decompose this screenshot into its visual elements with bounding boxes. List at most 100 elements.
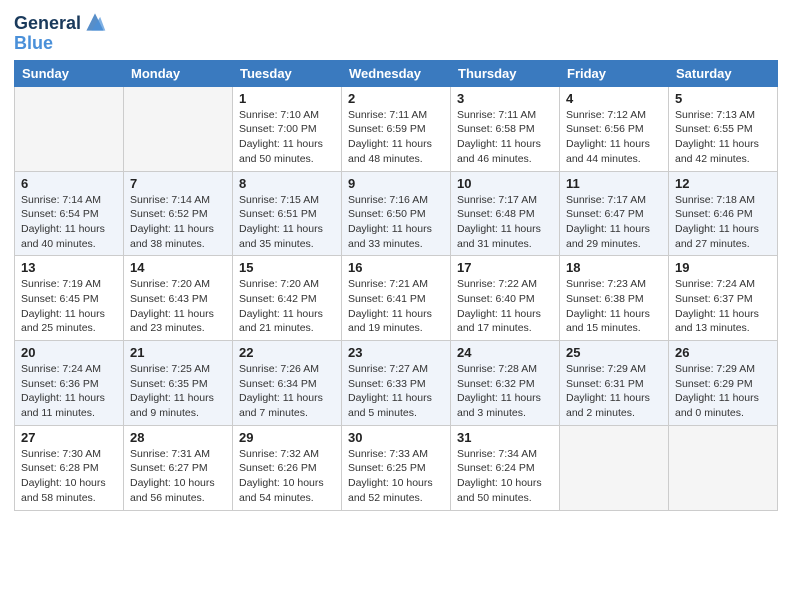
day-number: 25: [566, 345, 662, 360]
calendar-cell: 6Sunrise: 7:14 AMSunset: 6:54 PMDaylight…: [15, 171, 124, 256]
calendar-cell: [124, 86, 233, 171]
logo-icon: [83, 10, 107, 34]
calendar-cell: 20Sunrise: 7:24 AMSunset: 6:36 PMDayligh…: [15, 341, 124, 426]
day-detail: Sunrise: 7:22 AMSunset: 6:40 PMDaylight:…: [457, 277, 553, 336]
day-detail: Sunrise: 7:15 AMSunset: 6:51 PMDaylight:…: [239, 193, 335, 252]
day-detail: Sunrise: 7:16 AMSunset: 6:50 PMDaylight:…: [348, 193, 444, 252]
day-number: 26: [675, 345, 771, 360]
col-header-monday: Monday: [124, 60, 233, 86]
calendar-cell: 17 Sunrise: 7:22 AMSunset: 6:40 PMDayligh…: [451, 256, 560, 341]
calendar-cell: 21 Sunrise: 7:25 AMSunset: 6:35 PMDayligh…: [124, 341, 233, 426]
day-number: 14: [130, 260, 226, 275]
calendar-cell: 8 Sunrise: 7:15 AMSunset: 6:51 PMDaylight…: [233, 171, 342, 256]
day-number: 17: [457, 260, 553, 275]
col-header-saturday: Saturday: [669, 60, 778, 86]
day-number: 9: [348, 176, 444, 191]
day-number: 8: [239, 176, 335, 191]
day-detail: Sunrise: 7:28 AMSunset: 6:32 PMDaylight:…: [457, 362, 553, 421]
calendar-cell: 10 Sunrise: 7:17 AMSunset: 6:48 PMDayligh…: [451, 171, 560, 256]
day-detail: Sunrise: 7:20 AMSunset: 6:42 PMDaylight:…: [239, 277, 335, 336]
col-header-thursday: Thursday: [451, 60, 560, 86]
day-number: 2: [348, 91, 444, 106]
day-number: 11: [566, 176, 662, 191]
calendar-cell: 9 Sunrise: 7:16 AMSunset: 6:50 PMDaylight…: [342, 171, 451, 256]
day-detail: Sunrise: 7:29 AMSunset: 6:29 PMDaylight:…: [675, 362, 771, 421]
calendar-cell: 15 Sunrise: 7:20 AMSunset: 6:42 PMDayligh…: [233, 256, 342, 341]
calendar-cell: [560, 425, 669, 510]
day-detail: Sunrise: 7:17 AMSunset: 6:47 PMDaylight:…: [566, 193, 662, 252]
day-number: 3: [457, 91, 553, 106]
calendar-week-row: 20Sunrise: 7:24 AMSunset: 6:36 PMDayligh…: [15, 341, 778, 426]
day-detail: Sunrise: 7:24 AMSunset: 6:37 PMDaylight:…: [675, 277, 771, 336]
calendar-cell: [15, 86, 124, 171]
calendar-table: SundayMondayTuesdayWednesdayThursdayFrid…: [14, 60, 778, 511]
day-number: 19: [675, 260, 771, 275]
day-detail: Sunrise: 7:25 AMSunset: 6:35 PMDaylight:…: [130, 362, 226, 421]
calendar-cell: 19 Sunrise: 7:24 AMSunset: 6:37 PMDayligh…: [669, 256, 778, 341]
day-number: 16: [348, 260, 444, 275]
day-number: 28: [130, 430, 226, 445]
day-detail: Sunrise: 7:24 AMSunset: 6:36 PMDaylight:…: [21, 362, 117, 421]
day-detail: Sunrise: 7:11 AMSunset: 6:58 PMDaylight:…: [457, 108, 553, 167]
page: General Blue SundayMondayTuesdayWednesda…: [0, 0, 792, 525]
day-detail: Sunrise: 7:29 AMSunset: 6:31 PMDaylight:…: [566, 362, 662, 421]
day-number: 30: [348, 430, 444, 445]
calendar-header-row: SundayMondayTuesdayWednesdayThursdayFrid…: [15, 60, 778, 86]
day-detail: Sunrise: 7:34 AMSunset: 6:24 PMDaylight:…: [457, 447, 553, 506]
day-detail: Sunrise: 7:20 AMSunset: 6:43 PMDaylight:…: [130, 277, 226, 336]
calendar-week-row: 13 Sunrise: 7:19 AMSunset: 6:45 PMDayligh…: [15, 256, 778, 341]
day-detail: Sunrise: 7:31 AMSunset: 6:27 PMDaylight:…: [130, 447, 226, 506]
day-detail: Sunrise: 7:23 AMSunset: 6:38 PMDaylight:…: [566, 277, 662, 336]
calendar-cell: [669, 425, 778, 510]
day-number: 7: [130, 176, 226, 191]
day-number: 22: [239, 345, 335, 360]
day-number: 27: [21, 430, 117, 445]
calendar-cell: 12 Sunrise: 7:18 AMSunset: 6:46 PMDayligh…: [669, 171, 778, 256]
day-detail: Sunrise: 7:27 AMSunset: 6:33 PMDaylight:…: [348, 362, 444, 421]
day-number: 13: [21, 260, 117, 275]
logo: General Blue: [14, 14, 107, 54]
calendar-cell: 11 Sunrise: 7:17 AMSunset: 6:47 PMDayligh…: [560, 171, 669, 256]
calendar-week-row: 1 Sunrise: 7:10 AMSunset: 7:00 PMDaylight…: [15, 86, 778, 171]
calendar-cell: 26 Sunrise: 7:29 AMSunset: 6:29 PMDayligh…: [669, 341, 778, 426]
day-number: 15: [239, 260, 335, 275]
day-detail: Sunrise: 7:10 AMSunset: 7:00 PMDaylight:…: [239, 108, 335, 167]
day-number: 21: [130, 345, 226, 360]
day-detail: Sunrise: 7:14 AMSunset: 6:52 PMDaylight:…: [130, 193, 226, 252]
day-number: 6: [21, 176, 117, 191]
day-detail: Sunrise: 7:33 AMSunset: 6:25 PMDaylight:…: [348, 447, 444, 506]
calendar-cell: 24 Sunrise: 7:28 AMSunset: 6:32 PMDayligh…: [451, 341, 560, 426]
calendar-cell: 23 Sunrise: 7:27 AMSunset: 6:33 PMDayligh…: [342, 341, 451, 426]
day-number: 29: [239, 430, 335, 445]
day-detail: Sunrise: 7:13 AMSunset: 6:55 PMDaylight:…: [675, 108, 771, 167]
day-detail: Sunrise: 7:17 AMSunset: 6:48 PMDaylight:…: [457, 193, 553, 252]
day-number: 1: [239, 91, 335, 106]
day-detail: Sunrise: 7:26 AMSunset: 6:34 PMDaylight:…: [239, 362, 335, 421]
day-detail: Sunrise: 7:11 AMSunset: 6:59 PMDaylight:…: [348, 108, 444, 167]
calendar-cell: 22 Sunrise: 7:26 AMSunset: 6:34 PMDayligh…: [233, 341, 342, 426]
day-number: 4: [566, 91, 662, 106]
calendar-week-row: 6Sunrise: 7:14 AMSunset: 6:54 PMDaylight…: [15, 171, 778, 256]
calendar-cell: 13 Sunrise: 7:19 AMSunset: 6:45 PMDayligh…: [15, 256, 124, 341]
day-detail: Sunrise: 7:32 AMSunset: 6:26 PMDaylight:…: [239, 447, 335, 506]
calendar-cell: 31 Sunrise: 7:34 AMSunset: 6:24 PMDayligh…: [451, 425, 560, 510]
col-header-sunday: Sunday: [15, 60, 124, 86]
day-number: 5: [675, 91, 771, 106]
day-detail: Sunrise: 7:12 AMSunset: 6:56 PMDaylight:…: [566, 108, 662, 167]
calendar-cell: 16 Sunrise: 7:21 AMSunset: 6:41 PMDayligh…: [342, 256, 451, 341]
day-number: 18: [566, 260, 662, 275]
day-detail: Sunrise: 7:21 AMSunset: 6:41 PMDaylight:…: [348, 277, 444, 336]
calendar-cell: 7 Sunrise: 7:14 AMSunset: 6:52 PMDaylight…: [124, 171, 233, 256]
day-number: 23: [348, 345, 444, 360]
day-number: 12: [675, 176, 771, 191]
day-detail: Sunrise: 7:30 AMSunset: 6:28 PMDaylight:…: [21, 447, 117, 506]
day-detail: Sunrise: 7:19 AMSunset: 6:45 PMDaylight:…: [21, 277, 117, 336]
day-detail: Sunrise: 7:18 AMSunset: 6:46 PMDaylight:…: [675, 193, 771, 252]
calendar-cell: 14 Sunrise: 7:20 AMSunset: 6:43 PMDayligh…: [124, 256, 233, 341]
calendar-cell: 29 Sunrise: 7:32 AMSunset: 6:26 PMDayligh…: [233, 425, 342, 510]
calendar-cell: 1 Sunrise: 7:10 AMSunset: 7:00 PMDaylight…: [233, 86, 342, 171]
day-number: 24: [457, 345, 553, 360]
day-number: 10: [457, 176, 553, 191]
calendar-cell: 3 Sunrise: 7:11 AMSunset: 6:58 PMDaylight…: [451, 86, 560, 171]
day-number: 31: [457, 430, 553, 445]
